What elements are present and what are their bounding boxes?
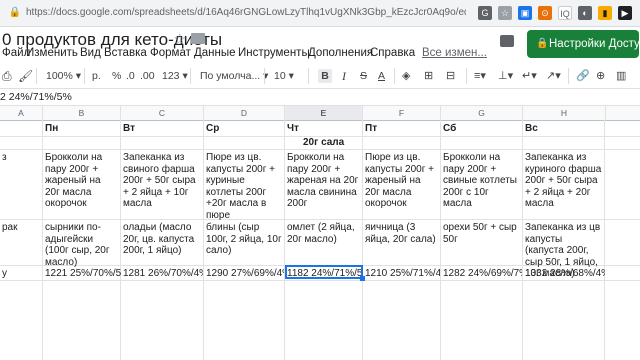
formula-bar[interactable]: 2 24%/71%/5%: [0, 89, 640, 106]
day-header[interactable]: Вт: [123, 123, 135, 135]
extension-icon[interactable]: ⊙: [538, 6, 552, 20]
browser-address-bar[interactable]: 🔒 https://docs.google.com/spreadsheets/d…: [0, 0, 640, 27]
column-header-e[interactable]: E: [285, 106, 363, 120]
total-cell[interactable]: 1290 27%/69%/4%: [206, 268, 284, 280]
insert-link-icon[interactable]: 🔗: [576, 69, 590, 83]
meal-cell[interactable]: Брокколи на пару 200г + свиные котлеты 2…: [443, 152, 520, 210]
meal-cell[interactable]: Запеканка из свиного фарша 200г + 50г сы…: [123, 152, 201, 210]
column-header-g[interactable]: G: [441, 106, 523, 120]
align-horizontal-icon[interactable]: ≡▾: [474, 69, 486, 83]
align-vertical-icon[interactable]: ⊥▾: [498, 69, 513, 83]
column-header-a[interactable]: A: [0, 106, 43, 120]
last-edit-link[interactable]: Все измен...: [422, 47, 487, 59]
total-cell[interactable]: 1332 28%/68%/4%: [525, 268, 605, 280]
menu-insert[interactable]: Вставка: [104, 47, 147, 59]
meal-cell[interactable]: Пюре из цв. капусты 200г + жареный на 20…: [365, 152, 438, 210]
borders-icon[interactable]: ⊞: [424, 69, 433, 83]
menu-edit[interactable]: Изменить: [26, 47, 78, 59]
comment-icon[interactable]: [500, 35, 514, 47]
menu-help[interactable]: Справка: [370, 47, 415, 59]
extension-icon[interactable]: ▶: [618, 6, 632, 20]
meal-cell[interactable]: оладьи (масло 20г, цв. капуста 200г, 1 я…: [123, 222, 201, 257]
column-header-f[interactable]: F: [363, 106, 441, 120]
merged-header-cell[interactable]: 20г сала: [303, 137, 383, 149]
meal-cell[interactable]: орехи 50г + сыр 50г: [443, 222, 520, 245]
row-label-cell[interactable]: рак: [2, 222, 40, 234]
column-header-d[interactable]: D: [204, 106, 285, 120]
day-header[interactable]: Пн: [45, 123, 58, 135]
day-header[interactable]: Пт: [365, 123, 377, 135]
italic-button[interactable]: I: [342, 69, 346, 83]
currency-format-button[interactable]: р.: [92, 69, 101, 83]
fill-color-icon[interactable]: ◈: [402, 69, 410, 83]
meal-cell[interactable]: Пюре из цв. капусты 200г + куриные котле…: [206, 152, 282, 221]
meal-cell[interactable]: Брокколи на пару 200г + жареный на 20г м…: [45, 152, 118, 210]
meal-cell[interactable]: Брокколи на пару 200г + жареная на 20г м…: [287, 152, 360, 210]
percent-format-button[interactable]: %: [112, 69, 121, 83]
fill-handle[interactable]: [360, 276, 365, 281]
menu-view[interactable]: Вид: [80, 47, 101, 59]
menu-addons[interactable]: Дополнения: [308, 47, 373, 59]
strikethrough-button[interactable]: S: [360, 69, 367, 83]
total-cell[interactable]: 1210 25%/71%/4%: [365, 268, 440, 280]
bookmark-star-icon[interactable]: ☆: [498, 6, 512, 20]
font-size-select[interactable]: 10 ▾: [274, 69, 294, 83]
day-header[interactable]: Ср: [206, 123, 219, 135]
menu-data[interactable]: Данные: [194, 47, 236, 59]
day-header[interactable]: Вс: [525, 123, 538, 135]
total-cell[interactable]: 1281 26%/70%/4%: [123, 268, 203, 280]
zoom-select[interactable]: 100% ▾: [46, 69, 81, 83]
row-label-cell[interactable]: у: [2, 268, 40, 280]
meal-cell[interactable]: яичница (3 яйца, 20г сала): [365, 222, 438, 245]
extension-icon[interactable]: ◐: [578, 6, 592, 20]
toolbar: ⎙ 🖌 100% ▾ р. % .0 .00 123 ▾ По умолча..…: [0, 64, 640, 89]
insert-chart-icon[interactable]: ▥: [616, 69, 626, 83]
menu-tools[interactable]: Инструменты: [238, 47, 310, 59]
lock-icon: 🔒: [8, 7, 22, 18]
star-icon[interactable]: ☆: [173, 30, 186, 48]
extension-icon[interactable]: ▮: [598, 6, 612, 20]
increase-decimal-button[interactable]: .00: [140, 69, 155, 83]
number-format-select[interactable]: 123 ▾: [162, 69, 188, 83]
share-button[interactable]: 🔒 Настройки Доступа: [527, 30, 640, 58]
menu-format[interactable]: Формат: [150, 47, 191, 59]
meal-cell[interactable]: блины (сыр 100г, 2 яйца, 10г сало): [206, 222, 282, 257]
share-button-label: Настройки Доступа: [549, 38, 640, 50]
column-header-row: A B C D E F G H: [0, 106, 640, 121]
column-header-h[interactable]: H: [523, 106, 606, 120]
extension-icon[interactable]: IQ: [558, 6, 572, 20]
total-cell[interactable]: 1282 24%/69%/7%: [443, 268, 522, 280]
text-color-button[interactable]: A: [378, 69, 385, 83]
insert-comment-icon[interactable]: ⊕: [596, 69, 605, 83]
paint-format-icon[interactable]: 🖌: [18, 69, 33, 83]
font-family-select[interactable]: По умолча... ▾: [200, 69, 268, 83]
column-header-b[interactable]: B: [43, 106, 121, 120]
total-cell[interactable]: 1221 25%/70%/5%: [45, 268, 121, 280]
translate-icon[interactable]: G: [478, 6, 492, 20]
day-header[interactable]: Чт: [287, 123, 299, 135]
merge-cells-icon[interactable]: ⊟: [446, 69, 455, 83]
day-header[interactable]: Сб: [443, 123, 456, 135]
meal-cell[interactable]: сырники по-адыгейски (100г сыр, 20г масл…: [45, 222, 118, 268]
url-text[interactable]: https://docs.google.com/spreadsheets/d/1…: [26, 6, 466, 20]
folder-icon[interactable]: [191, 33, 205, 44]
column-header-c[interactable]: C: [121, 106, 204, 120]
text-rotate-icon[interactable]: ↗▾: [546, 69, 561, 83]
extension-icon[interactable]: ▣: [518, 6, 532, 20]
meal-cell[interactable]: омлет (2 яйца, 20г масло): [287, 222, 360, 245]
bold-button[interactable]: B: [318, 69, 332, 83]
text-wrap-icon[interactable]: ↵▾: [522, 69, 537, 83]
row-label-cell[interactable]: з: [2, 152, 40, 164]
cell-selection-outline: [285, 265, 363, 279]
formula-value[interactable]: 2 24%/71%/5%: [0, 91, 72, 103]
lock-icon: 🔒: [536, 38, 549, 49]
decrease-decimal-button[interactable]: .0: [126, 69, 135, 83]
print-icon[interactable]: ⎙: [2, 69, 12, 83]
meal-cell[interactable]: Запеканка из куриного фарша 200г + 50г с…: [525, 152, 603, 210]
